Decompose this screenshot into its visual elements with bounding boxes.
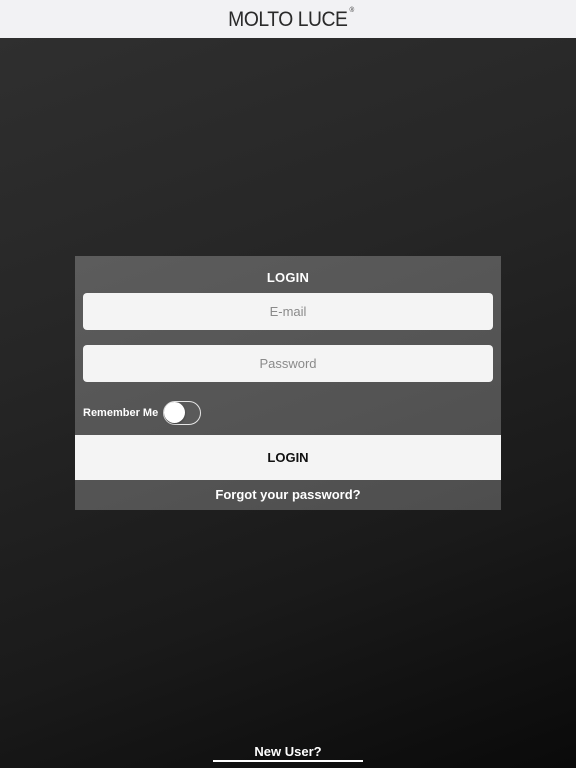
registered-mark: ®: [349, 6, 355, 14]
login-button[interactable]: LOGIN: [75, 435, 501, 480]
forgot-password-link[interactable]: Forgot your password?: [75, 487, 501, 502]
toggle-knob: [164, 401, 186, 423]
login-panel: LOGIN Remember Me LOGIN Forgot your pass…: [75, 256, 501, 510]
remember-me-row: Remember Me: [83, 400, 202, 425]
email-field[interactable]: [83, 293, 493, 330]
new-user-link[interactable]: New User?: [213, 744, 363, 762]
brand-name: MOLTO LUCE: [228, 7, 348, 31]
password-field[interactable]: [83, 345, 493, 382]
remember-me-toggle[interactable]: [163, 400, 202, 425]
brand-logo: MOLTO LUCE ®: [228, 7, 354, 31]
remember-me-label: Remember Me: [83, 406, 159, 419]
login-title: LOGIN: [266, 270, 310, 285]
app-header: MOLTO LUCE ®: [0, 0, 576, 38]
